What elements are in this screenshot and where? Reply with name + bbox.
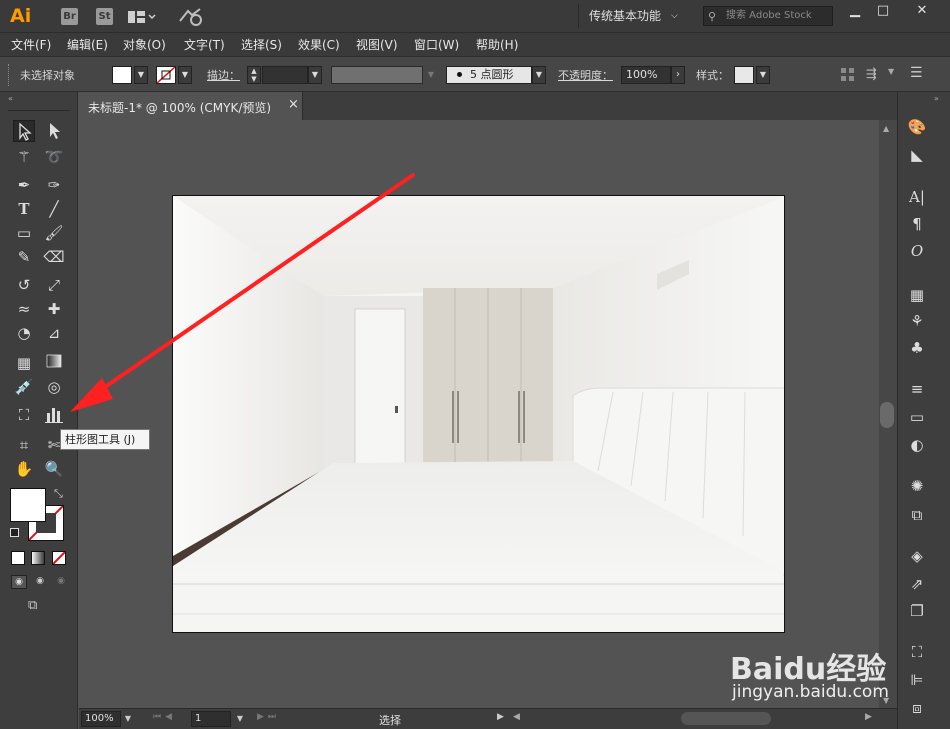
- character-panel-icon[interactable]: A|: [905, 186, 929, 208]
- annotation-arrow: [70, 173, 415, 412]
- tool-tooltip: 柱形图工具 (J): [60, 429, 150, 450]
- first-prev-artboard-buttons[interactable]: ⏮◀: [153, 712, 176, 722]
- artboard-number-input[interactable]: 1: [191, 711, 231, 727]
- zoom-level-input[interactable]: 100%: [81, 711, 121, 727]
- illustrator-window: Ai Br St 传统基本功能 ⌵ ⚲ 搜索 Adobe Stock ▁ □ ✕…: [0, 0, 950, 729]
- horizontal-scroll-thumb[interactable]: [681, 712, 771, 725]
- graphic-styles-panel-icon[interactable]: ⧉: [905, 504, 929, 526]
- artboards-panel-icon[interactable]: ❐: [905, 600, 929, 622]
- current-tool-status: 选择: [379, 714, 401, 727]
- next-last-artboard-buttons[interactable]: ▶⏭: [257, 712, 280, 722]
- brushes-panel-icon[interactable]: ⚘: [905, 310, 929, 332]
- artboard-dropdown[interactable]: ▼: [233, 711, 247, 727]
- stroke-panel-icon[interactable]: ≡: [905, 378, 929, 400]
- zoom-dropdown[interactable]: ▼: [121, 711, 135, 727]
- baidu-watermark: Baidu经验 jingyan.baidu.com: [730, 644, 900, 704]
- symbols-panel-icon[interactable]: ♣: [905, 337, 929, 359]
- paragraph-panel-icon[interactable]: ¶: [905, 213, 929, 235]
- scroll-right-icon[interactable]: ▶: [865, 712, 872, 722]
- align-panel-icon[interactable]: ⊫: [905, 669, 929, 691]
- status-bar: 100% ▼ ⏮◀ 1 ▼ ▶⏭ 选择 ▶ ◀ ▶: [79, 708, 897, 729]
- fill-color-box[interactable]: [10, 488, 46, 522]
- watermark-url: jingyan.baidu.com: [732, 682, 889, 702]
- color-panel-icon[interactable]: 🎨: [905, 116, 929, 138]
- transform-panel-icon[interactable]: ⛶: [905, 641, 929, 663]
- transparency-panel-icon[interactable]: ◐: [905, 434, 929, 456]
- opentype-panel-icon[interactable]: O: [905, 240, 929, 262]
- asset-export-panel-icon[interactable]: ⇗: [905, 573, 929, 595]
- collapse-panels-icon[interactable]: »: [934, 94, 939, 103]
- appearance-panel-icon[interactable]: ✺: [905, 475, 929, 497]
- status-menu-arrow[interactable]: ▶: [497, 712, 504, 722]
- layers-panel-icon[interactable]: ◈: [905, 545, 929, 567]
- color-guide-icon[interactable]: ◣: [905, 144, 929, 166]
- pathfinder-panel-icon[interactable]: ⧈: [905, 697, 929, 719]
- swatches-panel-icon[interactable]: ▦: [905, 284, 929, 306]
- scroll-left-icon[interactable]: ◀: [513, 712, 520, 722]
- gradient-panel-icon[interactable]: ▭: [905, 406, 929, 428]
